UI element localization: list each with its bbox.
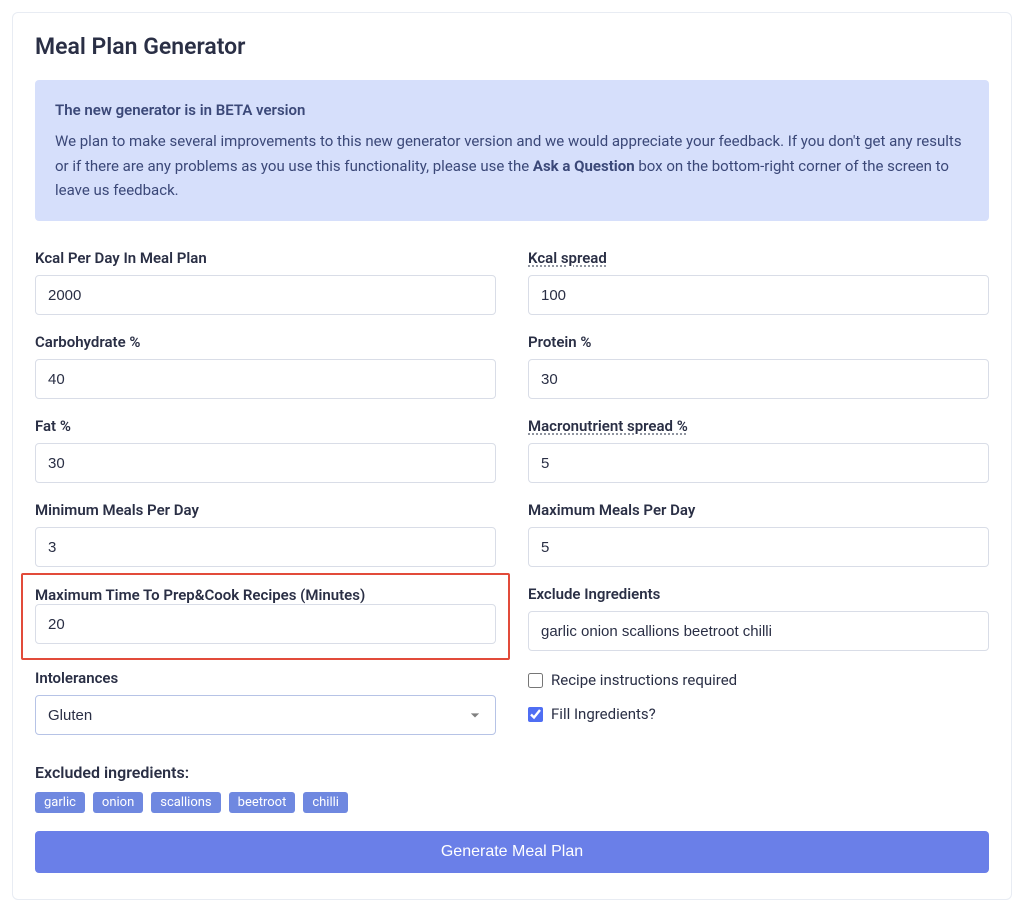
input-max-prep-time[interactable] [35,604,496,644]
checkbox-fill-ingredients-label: Fill Ingredients? [551,705,656,723]
field-intolerances: Intolerances Gluten [35,669,496,737]
input-max-meals[interactable] [528,527,989,567]
tag-item: chilli [303,792,348,813]
field-kcal-per-day: Kcal Per Day In Meal Plan [35,249,496,315]
checkbox-fill-ingredients-row[interactable]: Fill Ingredients? [528,705,989,723]
field-macro-spread: Macronutrient spread % [528,417,989,483]
field-exclude-ingredients: Exclude Ingredients [528,585,989,651]
banner-body: We plan to make several improvements to … [55,129,969,203]
tag-item: beetroot [229,792,296,813]
select-intolerances[interactable]: Gluten [35,695,496,735]
input-kcal-per-day[interactable] [35,275,496,315]
field-min-meals: Minimum Meals Per Day [35,501,496,567]
label-kcal-per-day: Kcal Per Day In Meal Plan [35,249,496,267]
label-intolerances: Intolerances [35,669,496,687]
excluded-tags: garlic onion scallions beetroot chilli [35,792,989,813]
input-fat[interactable] [35,443,496,483]
input-min-meals[interactable] [35,527,496,567]
generate-button[interactable]: Generate Meal Plan [35,831,989,873]
excluded-section: Excluded ingredients: garlic onion scall… [35,763,989,813]
tag-item: onion [93,792,143,813]
field-max-meals: Maximum Meals Per Day [528,501,989,567]
meal-plan-card: Meal Plan Generator The new generator is… [12,12,1012,900]
checkbox-recipe-instructions-row[interactable]: Recipe instructions required [528,671,989,689]
tag-item: scallions [151,792,220,813]
input-protein[interactable] [528,359,989,399]
checkbox-column: Recipe instructions required Fill Ingred… [528,669,989,737]
form-grid: Kcal Per Day In Meal Plan Kcal spread Ca… [35,249,989,737]
label-max-prep-time: Maximum Time To Prep&Cook Recipes (Minut… [35,586,365,604]
checkbox-fill-ingredients[interactable] [528,707,543,722]
label-max-meals: Maximum Meals Per Day [528,501,989,519]
label-kcal-spread: Kcal spread [528,249,607,267]
label-macro-spread: Macronutrient spread % [528,417,688,435]
field-fat: Fat % [35,417,496,483]
checkbox-recipe-instructions-label: Recipe instructions required [551,671,737,689]
checkbox-recipe-instructions[interactable] [528,673,543,688]
page-title: Meal Plan Generator [35,33,989,60]
beta-banner: The new generator is in BETA version We … [35,80,989,221]
banner-title: The new generator is in BETA version [55,98,969,123]
excluded-title: Excluded ingredients: [35,763,989,782]
banner-body-strong: Ask a Question [533,157,635,175]
field-protein: Protein % [528,333,989,399]
input-exclude-ingredients[interactable] [528,611,989,651]
label-carbohydrate: Carbohydrate % [35,333,496,351]
label-min-meals: Minimum Meals Per Day [35,501,496,519]
highlight-box: Maximum Time To Prep&Cook Recipes (Minut… [21,573,510,660]
input-macro-spread[interactable] [528,443,989,483]
input-carbohydrate[interactable] [35,359,496,399]
tag-item: garlic [35,792,85,813]
label-protein: Protein % [528,333,989,351]
field-kcal-spread: Kcal spread [528,249,989,315]
field-carbohydrate: Carbohydrate % [35,333,496,399]
label-fat: Fat % [35,417,496,435]
label-exclude-ingredients: Exclude Ingredients [528,585,989,603]
field-max-prep-time-wrapper: Maximum Time To Prep&Cook Recipes (Minut… [35,585,496,651]
input-kcal-spread[interactable] [528,275,989,315]
